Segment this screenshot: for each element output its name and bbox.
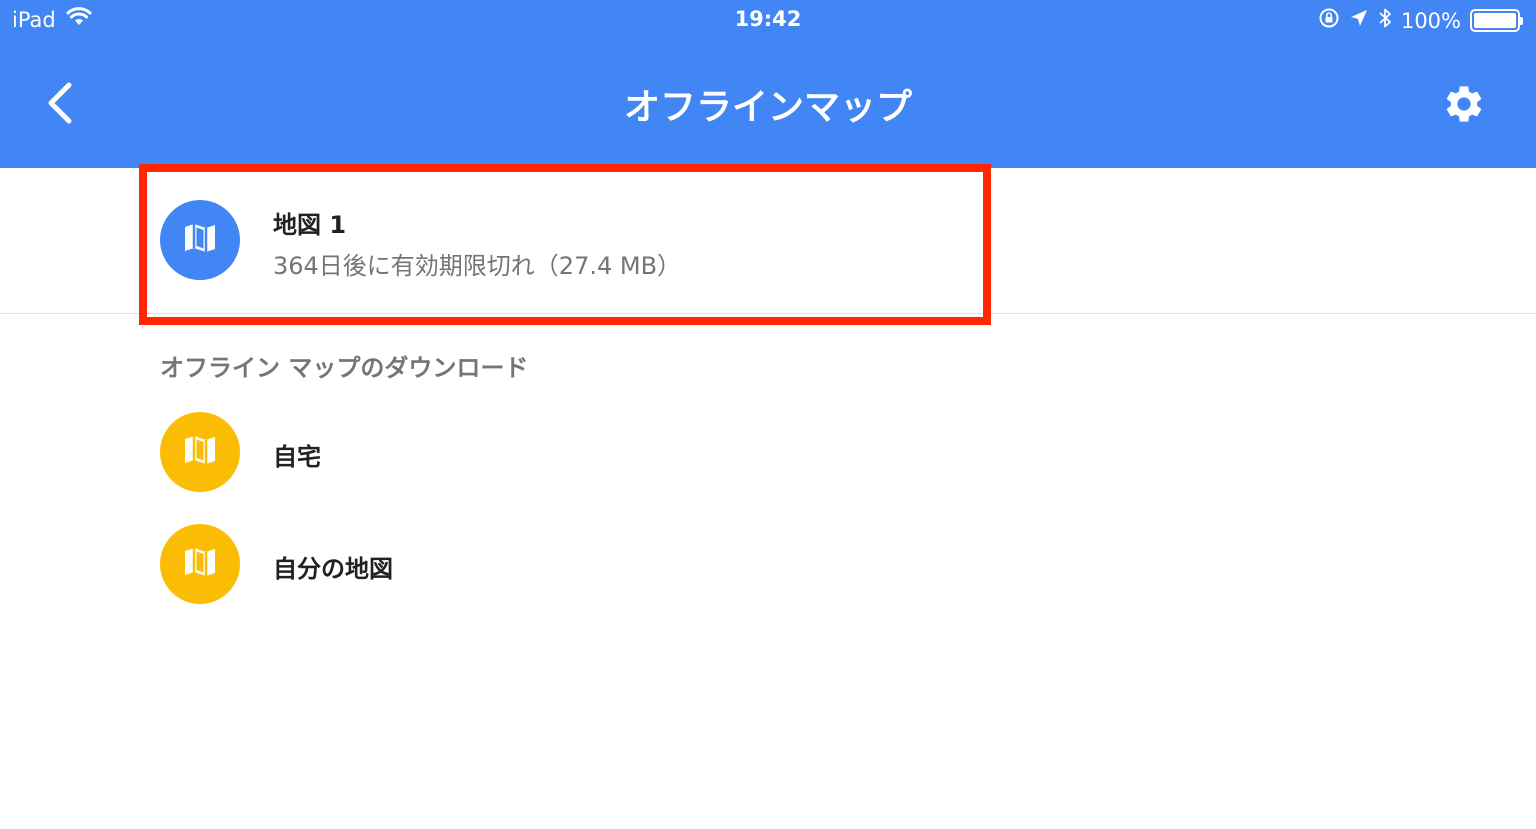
map-icon (182, 544, 218, 584)
gear-icon (1442, 82, 1486, 130)
downloaded-map-title: 地図 1 (273, 211, 347, 239)
header: iPad 19:42 100% オフラインマップ (0, 0, 1536, 168)
settings-button[interactable] (1438, 80, 1490, 132)
location-icon (1349, 8, 1369, 33)
download-item-home[interactable]: 自宅 (0, 397, 1536, 507)
page-title: オフラインマップ (623, 87, 912, 128)
rotation-lock-icon (1318, 7, 1340, 34)
my-maps-badge (160, 524, 240, 604)
download-item-my-maps[interactable]: 自分の地図 (0, 509, 1536, 619)
status-left: iPad (12, 7, 92, 32)
section-header-download: オフライン マップのダウンロード (160, 354, 529, 382)
map-icon (182, 432, 218, 472)
home-map-badge (160, 412, 240, 492)
download-item-label: 自宅 (273, 443, 321, 471)
battery-icon (1470, 9, 1523, 32)
chevron-left-icon (45, 81, 75, 129)
downloaded-map-badge (160, 200, 240, 280)
map-icon (182, 220, 218, 260)
battery-percent: 100% (1400, 8, 1461, 33)
status-bar: iPad 19:42 100% (0, 0, 1536, 42)
back-button[interactable] (30, 80, 90, 130)
app-bar: オフラインマップ (0, 42, 1536, 168)
downloaded-map-subtitle: 364日後に有効期限切れ（27.4 MB） (273, 252, 682, 280)
device-name: iPad (12, 7, 56, 32)
status-right: 100% (1318, 7, 1523, 34)
status-time: 19:42 (734, 7, 802, 31)
download-item-label: 自分の地図 (273, 555, 393, 583)
downloaded-map-item[interactable]: 地図 1 364日後に有効期限切れ（27.4 MB） (0, 168, 1536, 314)
bluetooth-icon (1378, 7, 1392, 34)
wifi-icon (66, 7, 92, 32)
